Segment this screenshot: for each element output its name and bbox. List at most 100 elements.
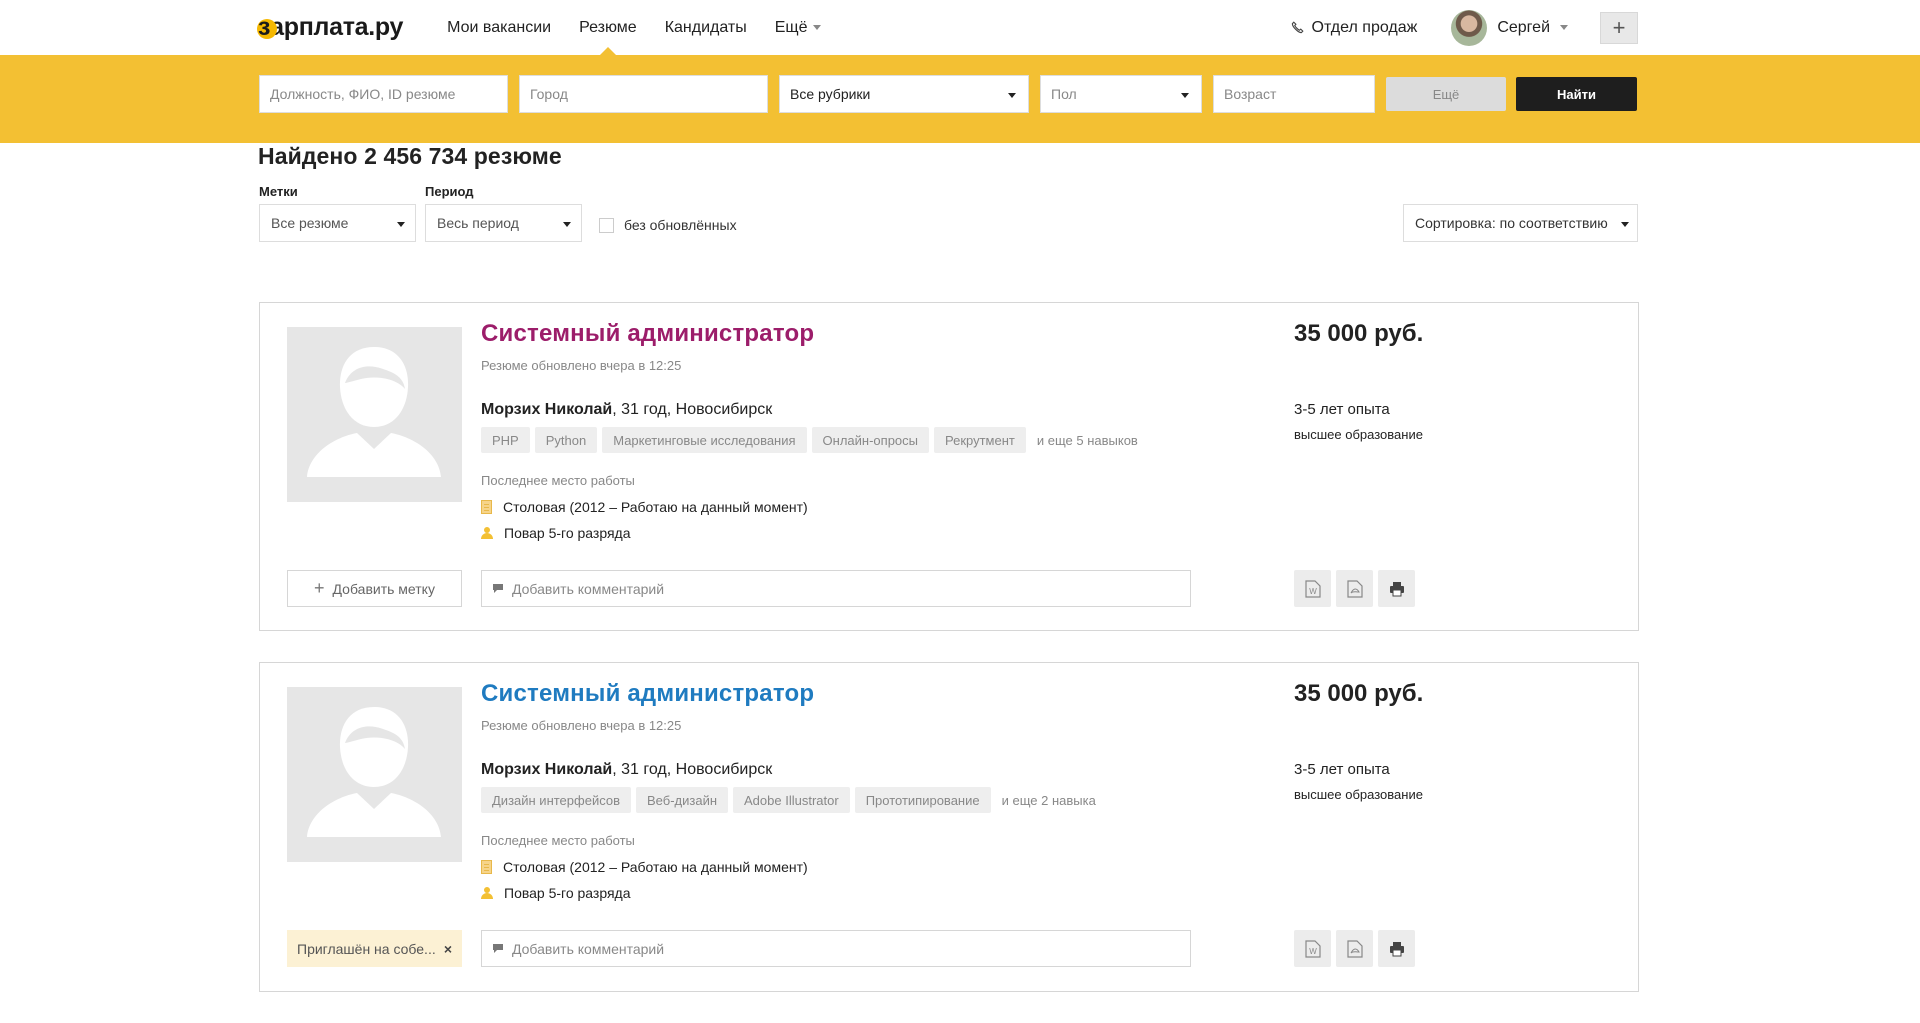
download-word-button[interactable]: W [1294,930,1331,967]
print-icon [1389,581,1404,596]
skill-tag: Маркетинговые исследования [602,427,807,453]
building-icon [481,500,492,514]
chevron-down-icon [1008,93,1016,98]
skill-tag: Python [534,427,598,453]
close-icon[interactable]: × [444,941,452,957]
user-placeholder-icon[interactable] [287,687,462,862]
person-icon [481,887,493,899]
person-icon [481,527,493,539]
nav-my-vacancies[interactable]: Мои вакансии [433,0,565,55]
chevron-down-icon [1181,93,1189,98]
period-filter-select[interactable]: Весь период [425,204,582,242]
rubric-select[interactable]: Все рубрики [779,75,1029,113]
education: высшее образование [1294,787,1423,802]
resume-title-link[interactable]: Системный администратор [481,320,814,348]
checkbox[interactable] [599,217,614,233]
resume-card: Системный администратор Резюме обновлено… [259,302,1639,631]
user-placeholder-icon[interactable] [287,327,462,502]
user-menu[interactable]: Сергей [1451,9,1568,46]
phone-icon [1291,21,1304,34]
experience: 3-5 лет опыта [1294,761,1390,778]
download-word-button[interactable]: W [1294,570,1331,607]
print-button[interactable] [1378,930,1415,967]
last-company: Столовая (2012 – Работаю на данный момен… [481,859,808,875]
candidate-info: Морзих Николай, 31 год, Новосибирск [481,401,772,419]
print-icon [1389,941,1404,956]
find-button[interactable]: Найти [1516,77,1637,111]
nav-resumes[interactable]: Резюме [565,0,651,55]
avatar [1451,9,1488,46]
candidate-name: Морзих Николай [481,761,613,778]
skill-tag: Рекрутмент [934,427,1026,453]
site-logo[interactable]: з арплата.ру [256,13,403,42]
last-work-label: Последнее место работы [481,473,635,488]
more-skills-text: и еще 2 навыка [1001,792,1096,808]
salary: 35 000 руб. [1294,320,1424,347]
comment-icon [493,584,503,593]
add-button[interactable]: + [1600,11,1638,44]
main-nav: Мои вакансии Резюме Кандидаты Ещё [433,0,835,55]
resume-query-input[interactable]: Должность, ФИО, ID резюме [259,75,508,113]
word-icon: W [1304,579,1321,598]
svg-text:W: W [1309,947,1317,956]
results-section: Найдено 2 456 734 резюме Метки Все резюм… [258,143,1638,244]
sort-select[interactable]: Сортировка: по соответствию [1403,204,1638,242]
resume-updated-date: Резюме обновлено вчера в 12:25 [481,718,682,733]
skills-list: PHP Python Маркетинговые исследования Он… [481,427,1138,453]
resume-actions: W [1294,930,1420,967]
results-filters: Метки Все резюме Период Весь период без … [258,184,1638,244]
resume-actions: W [1294,570,1420,607]
svg-text:W: W [1309,587,1317,596]
plus-icon: + [314,578,325,598]
skill-tag: Прототипирование [854,787,991,813]
education: высшее образование [1294,427,1423,442]
comment-input[interactable]: Добавить комментарий [481,570,1191,607]
skills-list: Дизайн интерфейсов Веб-дизайн Adobe Illu… [481,787,1096,813]
experience: 3-5 лет опыта [1294,401,1390,418]
building-icon [481,860,492,874]
print-button[interactable] [1378,570,1415,607]
last-position: Повар 5-го разряда [481,525,631,541]
skill-tag: Веб-дизайн [636,787,729,813]
last-work-label: Последнее место работы [481,833,635,848]
nav-candidates[interactable]: Кандидаты [651,0,761,55]
plus-icon: + [1612,14,1626,40]
results-count-title: Найдено 2 456 734 резюме [258,143,562,169]
nav-more[interactable]: Ещё [761,0,836,55]
chevron-down-icon [813,25,822,30]
last-position: Повар 5-го разряда [481,885,631,901]
skill-tag: Дизайн интерфейсов [481,787,631,813]
more-skills-text: и еще 5 навыков [1036,432,1138,448]
age-input[interactable]: Возраст [1213,75,1375,113]
resume-card: Системный администратор Резюме обновлено… [259,662,1639,992]
salary: 35 000 руб. [1294,680,1424,707]
resume-title-link[interactable]: Системный администратор [481,680,814,708]
search-bar: Должность, ФИО, ID резюме Город Все рубр… [0,55,1920,143]
tags-filter-label: Метки [259,184,298,199]
candidate-details: , 31 год, Новосибирск [612,401,773,418]
download-pdf-button[interactable] [1336,930,1373,967]
skill-tag: PHP [481,427,530,453]
tags-filter-select[interactable]: Все резюме [259,204,416,242]
resume-updated-date: Резюме обновлено вчера в 12:25 [481,358,682,373]
gender-select[interactable]: Пол [1040,75,1202,113]
more-filters-button[interactable]: Ещё [1386,77,1506,111]
download-pdf-button[interactable] [1336,570,1373,607]
chevron-down-icon [563,222,571,227]
candidate-info: Морзих Николай, 31 год, Новосибирск [481,761,772,779]
skill-tag: Adobe Illustrator [733,787,850,813]
chevron-down-icon [1560,25,1568,30]
city-input[interactable]: Город [519,75,768,113]
candidate-name: Морзих Николай [481,401,613,418]
pdf-icon [1346,579,1363,598]
last-company: Столовая (2012 – Работаю на данный момен… [481,499,808,515]
invited-tag[interactable]: Приглашён на собе... × [287,930,462,967]
add-tag-button[interactable]: + Добавить метку [287,570,462,607]
skill-tag: Онлайн-опросы [811,427,929,453]
comment-input[interactable]: Добавить комментарий [481,930,1191,967]
sales-department-link[interactable]: Отдел продаж [1291,19,1417,37]
no-updated-checkbox[interactable]: без обновлённых [599,217,737,233]
top-header: з арплата.ру Мои вакансии Резюме Кандидат… [0,0,1920,55]
candidate-details: , 31 год, Новосибирск [612,761,773,778]
chevron-down-icon [1621,222,1629,227]
